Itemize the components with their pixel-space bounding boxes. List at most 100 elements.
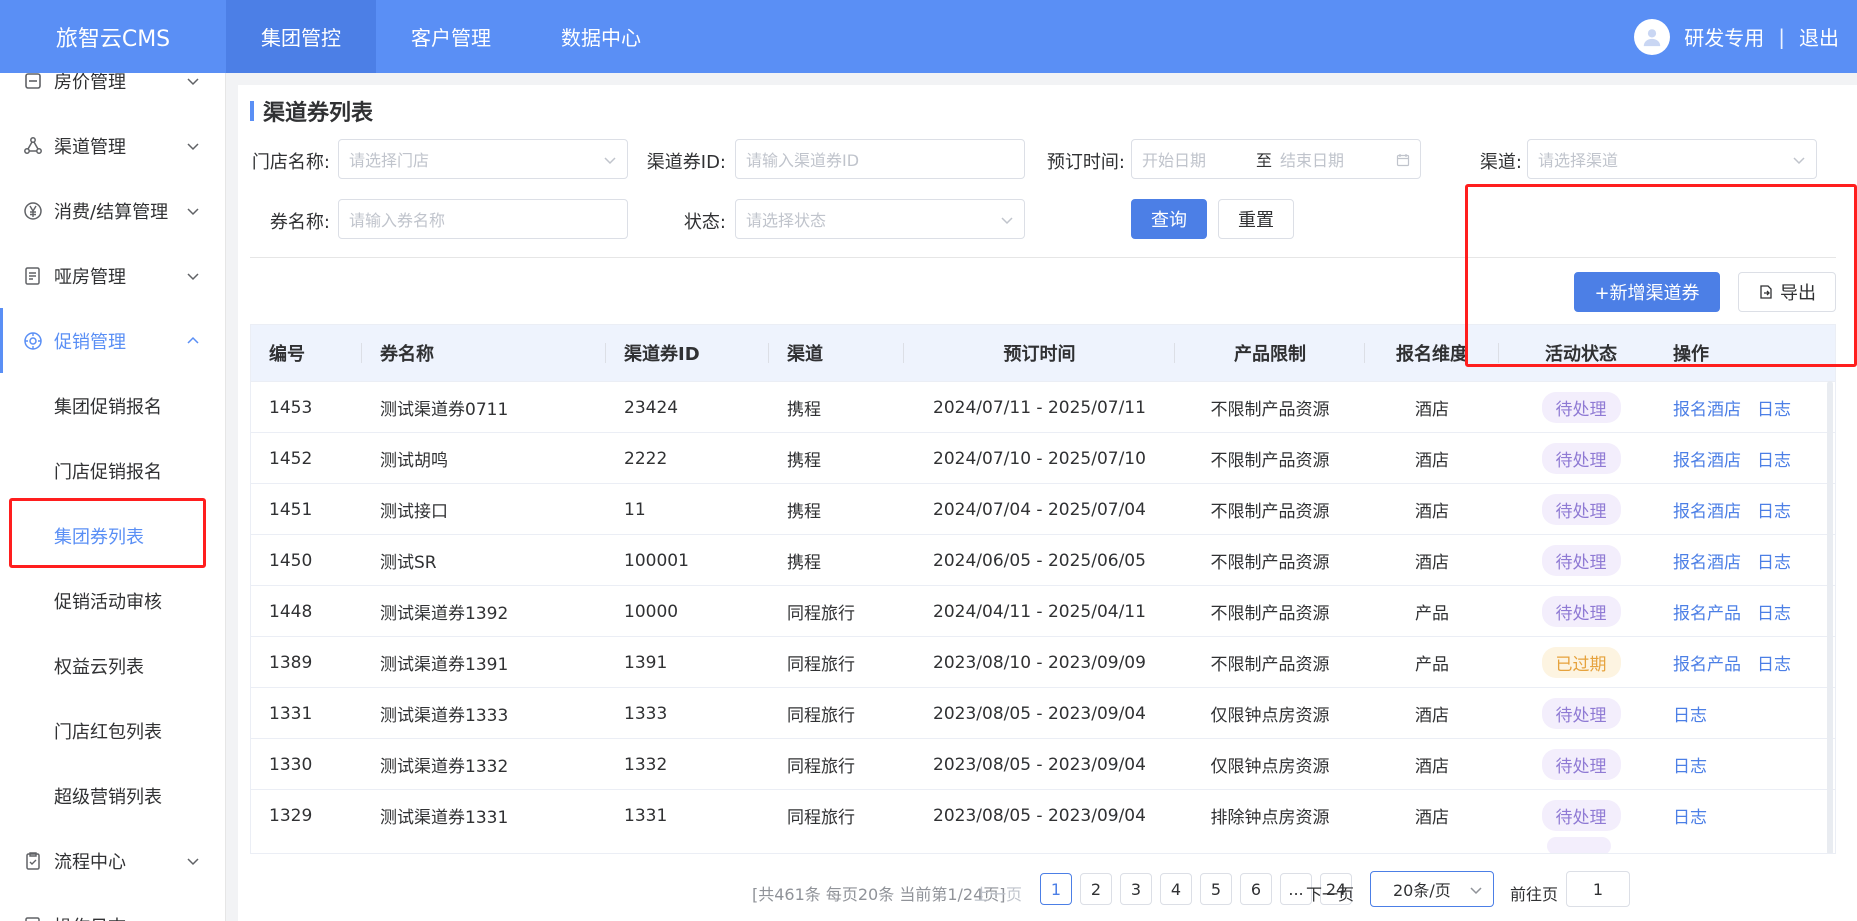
cell-time: 2024/07/10 - 2025/07/10 — [933, 448, 1146, 469]
signup-link[interactable]: 报名酒店 — [1673, 497, 1741, 522]
signup-link[interactable]: 报名产品 — [1673, 599, 1741, 624]
log-link[interactable]: 日志 — [1757, 446, 1791, 471]
cell-dim: 产品 — [1415, 604, 1449, 624]
sidebar-subitem-store-redpacket[interactable]: 门店红包列表 — [0, 698, 225, 763]
next-page-button[interactable]: 下一页 — [1306, 881, 1354, 905]
cell-name: 测试渠道券1391 — [380, 655, 509, 675]
sidebar-item-promotion[interactable]: 促销管理 — [0, 308, 225, 373]
page-number[interactable]: 1 — [1040, 873, 1072, 905]
log-link[interactable]: 日志 — [1757, 599, 1791, 624]
col-header-name: 券名称 — [362, 325, 606, 381]
pagination-summary: [共461条 每页20条 当前第1/24页] — [752, 885, 1006, 904]
page-number[interactable]: 6 — [1240, 873, 1272, 905]
start-date-placeholder: 开始日期 — [1142, 151, 1207, 170]
page-number[interactable]: 4 — [1160, 873, 1192, 905]
sidebar-subitem-equity-cloud[interactable]: 权益云列表 — [0, 633, 225, 698]
title-accent-bar — [250, 101, 254, 121]
avatar[interactable] — [1634, 18, 1671, 55]
table-row: 1453 测试渠道券0711 23424 携程 2024/07/11 - 2025/07… — [251, 381, 1835, 433]
store-select[interactable]: 请选择门店 — [338, 139, 628, 179]
goto-page-input[interactable]: 1 — [1566, 871, 1630, 907]
signup-link[interactable]: 报名酒店 — [1673, 548, 1741, 573]
sidebar-subitem-promo-review[interactable]: 促销活动审核 — [0, 568, 225, 633]
coupon-name-input[interactable]: 请输入券名称 — [338, 199, 628, 239]
col-header-text: 渠道 — [787, 344, 823, 365]
page-size-select[interactable]: 20条/页 — [1370, 871, 1494, 907]
cell-dim: 酒店 — [1415, 808, 1449, 828]
cell-status: 已过期 — [1499, 637, 1663, 688]
chevron-down-icon — [1793, 157, 1805, 165]
chevron-down-icon — [187, 857, 199, 865]
signup-link[interactable]: 报名酒店 — [1673, 446, 1741, 471]
sidebar-item-room-rate[interactable]: 房价管理 — [0, 73, 225, 113]
app-logo[interactable]: 旅智云CMS — [0, 0, 226, 73]
query-button[interactable]: 查询 — [1131, 199, 1207, 239]
log-link[interactable]: 日志 — [1673, 803, 1707, 828]
col-header-channel: 渠道 — [769, 325, 904, 381]
sidebar-subitem-group-promo-signup[interactable]: 集团促销报名 — [0, 373, 225, 438]
channel-select[interactable]: 请选择渠道 — [1527, 139, 1817, 179]
cell-cid: 10000 — [624, 601, 679, 622]
page-number[interactable]: 2 — [1080, 873, 1112, 905]
log-link[interactable]: 日志 — [1757, 497, 1791, 522]
cell-limit: 排除钟点房资源 — [1210, 808, 1330, 828]
sidebar-subitem-super-marketing[interactable]: 超级营销列表 — [0, 763, 225, 828]
add-channel-coupon-button[interactable]: +新增渠道券 — [1574, 272, 1720, 312]
col-header-text: 渠道券ID — [624, 344, 700, 365]
log-link[interactable]: 日志 — [1757, 548, 1791, 573]
cell-dim: 产品 — [1415, 655, 1449, 675]
table-scrollbar[interactable] — [1827, 381, 1833, 853]
cell-dim: 酒店 — [1415, 400, 1449, 420]
sidebar-subitem-label: 门店促销报名 — [54, 461, 162, 483]
page-number[interactable]: 3 — [1120, 873, 1152, 905]
goto-label: 前往页 — [1510, 885, 1559, 904]
sidebar-item-flow-center[interactable]: 流程中心 — [0, 828, 225, 893]
log-link[interactable]: 日志 — [1757, 650, 1791, 675]
sidebar-subitem-group-coupon-list[interactable]: 集团券列表 — [0, 503, 225, 568]
log-link[interactable]: 日志 — [1673, 752, 1707, 777]
prev-page-button[interactable]: 上一页 — [974, 881, 1022, 905]
log-link[interactable]: 日志 — [1673, 701, 1707, 726]
nav-data-center[interactable]: 数据中心 — [526, 0, 676, 73]
sidebar-item-operation-log[interactable]: 操作日志 — [0, 893, 225, 921]
sidebar-item-channel[interactable]: 渠道管理 — [0, 113, 225, 178]
col-header-text: 报名维度 — [1396, 344, 1468, 365]
sidebar-item-consumption[interactable]: 消费/结算管理 — [0, 178, 225, 243]
status-select[interactable]: 请选择状态 — [735, 199, 1025, 239]
nav-group-control[interactable]: 集团管控 — [226, 0, 376, 73]
cell-time: 2023/08/05 - 2023/09/04 — [933, 703, 1146, 724]
log-link[interactable]: 日志 — [1757, 395, 1791, 420]
cell-actions: 报名产品 日志 — [1663, 637, 1835, 688]
cell-channel: 同程旅行 — [787, 757, 855, 777]
signup-link[interactable]: 报名酒店 — [1673, 395, 1741, 420]
filter-divider — [250, 257, 1836, 258]
cell-status: 待处理 — [1499, 586, 1663, 637]
export-label: 导出 — [1780, 283, 1816, 304]
cell-cid: 1333 — [624, 703, 668, 724]
logout-link[interactable]: 退出 — [1799, 22, 1839, 51]
signup-link[interactable]: 报名产品 — [1673, 650, 1741, 675]
col-header-text: 券名称 — [380, 344, 434, 365]
cell-id: 1448 — [269, 601, 313, 622]
share-icon — [22, 135, 44, 157]
coupon-id-input[interactable]: 请输入渠道券ID — [735, 139, 1025, 179]
export-button[interactable]: 导出 — [1738, 272, 1836, 312]
cell-name: 测试SR — [380, 553, 437, 573]
cell-status: 待处理 — [1499, 382, 1663, 433]
sidebar-item-dummy-room[interactable]: 哑房管理 — [0, 243, 225, 308]
page-number[interactable]: 5 — [1200, 873, 1232, 905]
sidebar-subitem-store-promo-signup[interactable]: 门店促销报名 — [0, 438, 225, 503]
cell-cid: 1332 — [624, 754, 668, 775]
nav-customer-management[interactable]: 客户管理 — [376, 0, 526, 73]
sidebar-item-label: 操作日志 — [54, 913, 126, 921]
coupon-name-placeholder: 请输入券名称 — [349, 211, 446, 230]
table-row: 1451 测试接口 11 携程 2024/07/04 - 2025/07/04 不限制产品… — [251, 483, 1835, 534]
cell-cid: 100001 — [624, 550, 689, 571]
booking-date-range[interactable]: 开始日期 至 结束日期 — [1131, 139, 1421, 179]
cell-status: 待处理 — [1499, 739, 1663, 790]
reset-button[interactable]: 重置 — [1218, 199, 1294, 239]
page-size-value: 20条/页 — [1393, 881, 1451, 900]
user-name[interactable]: 研发专用 — [1684, 22, 1764, 51]
cell-dim: 酒店 — [1415, 502, 1449, 522]
chevron-down-icon — [187, 207, 199, 215]
